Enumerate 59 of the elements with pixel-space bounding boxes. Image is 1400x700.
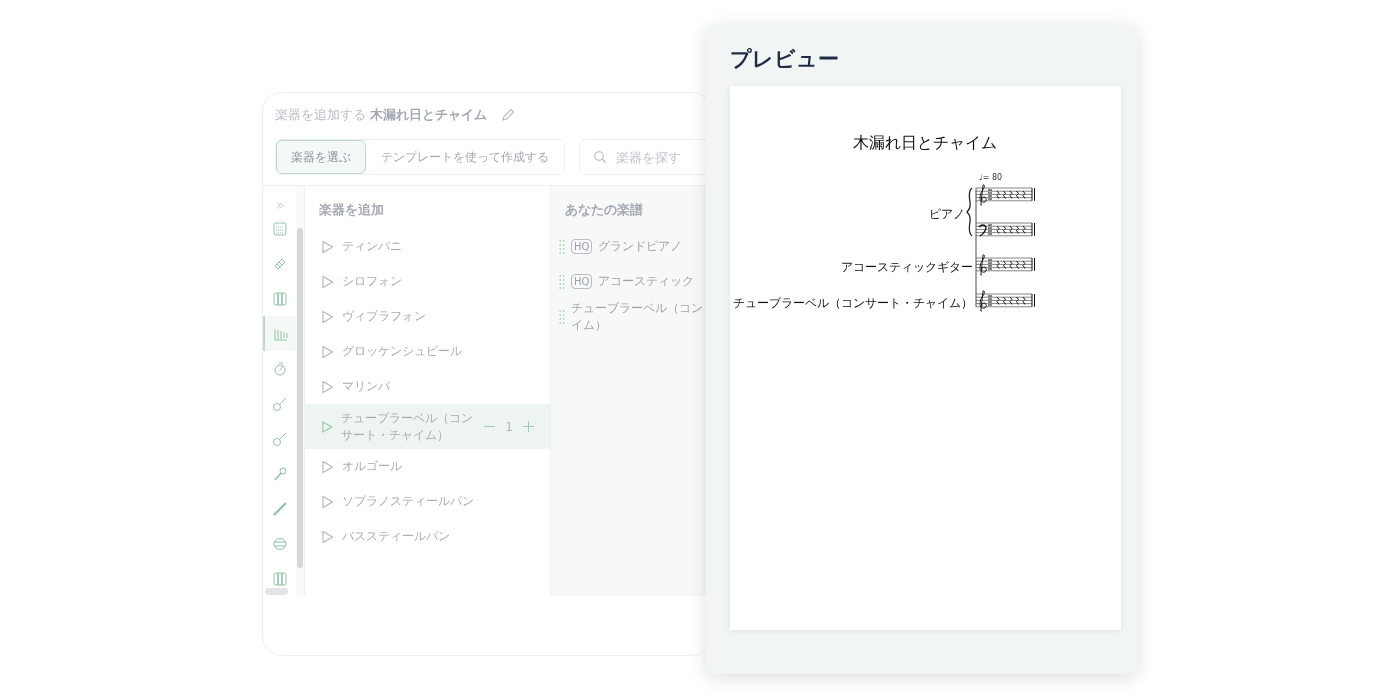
instrument-item[interactable]: オルゴール [305, 449, 550, 484]
category-tab[interactable] [263, 316, 296, 351]
mode-tab[interactable]: 楽器を選ぶ [276, 140, 366, 174]
stopwatch-icon [271, 360, 288, 377]
play-icon[interactable] [321, 344, 334, 359]
section-heading: あなたの楽譜 [564, 201, 644, 219]
part-label: アコースティックギター [841, 260, 973, 274]
play-icon[interactable] [321, 274, 334, 289]
scrollbar-thumb[interactable] [297, 228, 303, 568]
staff-drawing [975, 290, 1035, 312]
piano-keys-icon [271, 290, 288, 307]
staff-drawing [975, 254, 1035, 276]
instrument-item[interactable]: ティンパニ [305, 229, 550, 264]
play-icon[interactable] [321, 239, 334, 254]
score-title: 木漏れ日とチャイム [853, 133, 997, 152]
instrument-item[interactable]: ヴィブラフォン [305, 299, 550, 334]
pencil-icon[interactable] [501, 108, 515, 122]
staff-drawing [975, 184, 1035, 206]
hq-badge: HQ [571, 274, 593, 289]
staff-drawing [975, 222, 1035, 237]
instrument-item[interactable]: バススティールパン [305, 519, 550, 554]
expand-icon[interactable] [274, 202, 285, 209]
drum-icon [271, 535, 288, 552]
play-icon[interactable] [321, 379, 334, 394]
guitar-icon [271, 430, 288, 447]
guitar-icon [271, 395, 288, 412]
plus-icon [523, 421, 534, 432]
play-icon[interactable] [321, 494, 334, 509]
score-icon [271, 220, 288, 237]
drag-handle-icon[interactable] [559, 273, 565, 290]
drag-handle-icon[interactable] [559, 238, 565, 255]
window-title: 楽器を追加する [275, 106, 366, 124]
hq-badge: HQ [571, 239, 593, 254]
brace-icon [966, 187, 973, 237]
instrument-item[interactable]: チューブラーベル（コンサート・チャイム） 1 [305, 404, 550, 449]
drag-handle-icon[interactable] [559, 308, 565, 325]
instrument-item[interactable]: シロフォン [305, 264, 550, 299]
preview-title: プレビュー [729, 46, 840, 73]
instrument-item[interactable]: ソプラノスティールパン [305, 484, 550, 519]
tempo-marking: ♩= 80 [979, 173, 1003, 182]
play-icon[interactable] [321, 529, 334, 544]
score-instrument[interactable]: アコースティック [598, 273, 695, 290]
instrument-item[interactable]: マリンバ [305, 369, 550, 404]
play-icon[interactable] [321, 459, 334, 474]
instrument-item[interactable]: グロッケンシュピール [305, 334, 550, 369]
piano-keys-icon [271, 570, 288, 587]
play-icon[interactable] [321, 419, 334, 434]
part-label: チューブラーベル（コンサート・チャイム） [733, 296, 973, 310]
section-heading: 楽器を追加 [318, 201, 385, 219]
instrument-count: 1 [505, 419, 513, 434]
score-instrument[interactable]: チューブラーベル（コンイム） [570, 299, 703, 334]
play-icon[interactable] [321, 309, 334, 324]
score-instrument[interactable]: グランドピアノ [598, 238, 683, 255]
score-name: 木漏れ日とチャイム [370, 106, 487, 124]
microphone-icon [271, 465, 288, 482]
part-label: ピアノ [929, 207, 965, 221]
flute-icon [271, 500, 288, 517]
scrollbar-thumb[interactable] [265, 588, 288, 595]
plus-button[interactable] [523, 421, 534, 432]
